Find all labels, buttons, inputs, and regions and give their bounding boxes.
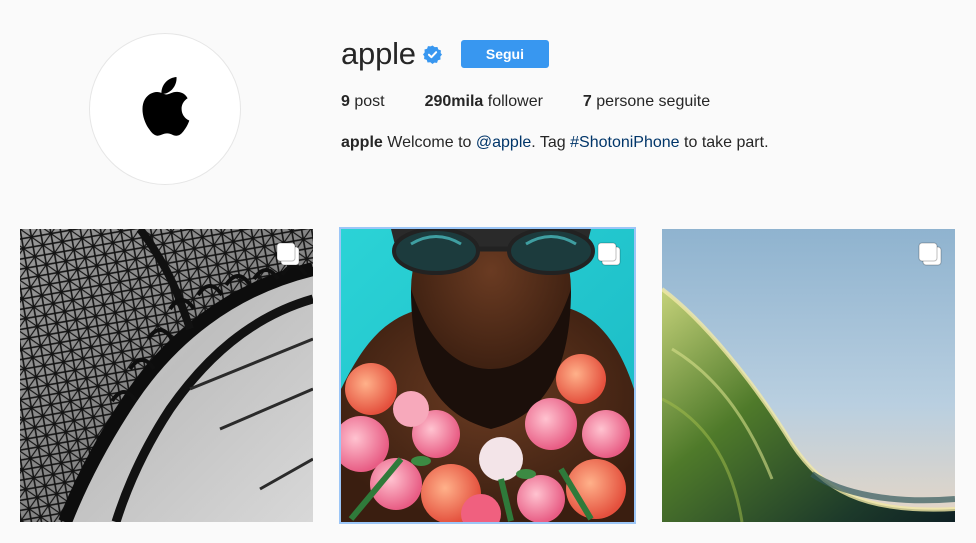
- follow-button[interactable]: Segui: [460, 40, 549, 68]
- eiffel-tower-photo: [20, 229, 313, 522]
- bio-name: apple: [341, 134, 383, 151]
- multiple-photos-icon: [918, 242, 942, 266]
- profile-avatar[interactable]: [89, 33, 241, 185]
- bio-text-2: . Tag: [531, 134, 566, 151]
- verified-badge-icon: [422, 44, 442, 64]
- posts-count: 9: [341, 93, 350, 110]
- ocean-wave-photo: [662, 229, 955, 522]
- followers-count: 290mila: [424, 93, 484, 110]
- profile-header: apple Segui 9 post 290mila follower 7 pe…: [341, 36, 941, 153]
- bio-text-1: Welcome to: [387, 134, 472, 151]
- bio-text-3: to take part.: [684, 134, 769, 151]
- multiple-photos-icon: [276, 242, 300, 266]
- man-with-roses-photo: [341, 229, 634, 522]
- profile-stats: 9 post 290mila follower 7 persone seguit…: [341, 92, 941, 112]
- followers-stat[interactable]: 290mila follower: [425, 92, 543, 112]
- bio-mention-link[interactable]: @apple: [476, 134, 531, 151]
- following-stat[interactable]: 7 persone seguite: [583, 92, 710, 112]
- followers-label: follower: [487, 93, 543, 110]
- post-thumbnail-ocean-wave[interactable]: [662, 229, 955, 522]
- post-thumbnail-eiffel-tower[interactable]: [20, 229, 313, 522]
- following-label: persone seguite: [596, 93, 711, 110]
- post-thumbnail-man-with-roses[interactable]: [339, 227, 636, 524]
- profile-bio: apple Welcome to @apple. Tag #ShotoniPho…: [341, 133, 941, 153]
- following-count: 7: [582, 93, 592, 110]
- posts-label: post: [354, 93, 385, 110]
- apple-logo-icon: [142, 77, 190, 136]
- profile-username: apple: [341, 36, 416, 71]
- posts-stat: 9 post: [341, 92, 385, 112]
- title-row: apple Segui: [341, 36, 941, 72]
- multiple-photos-icon: [597, 242, 621, 266]
- bio-hashtag-link[interactable]: #ShotoniPhone: [570, 134, 679, 151]
